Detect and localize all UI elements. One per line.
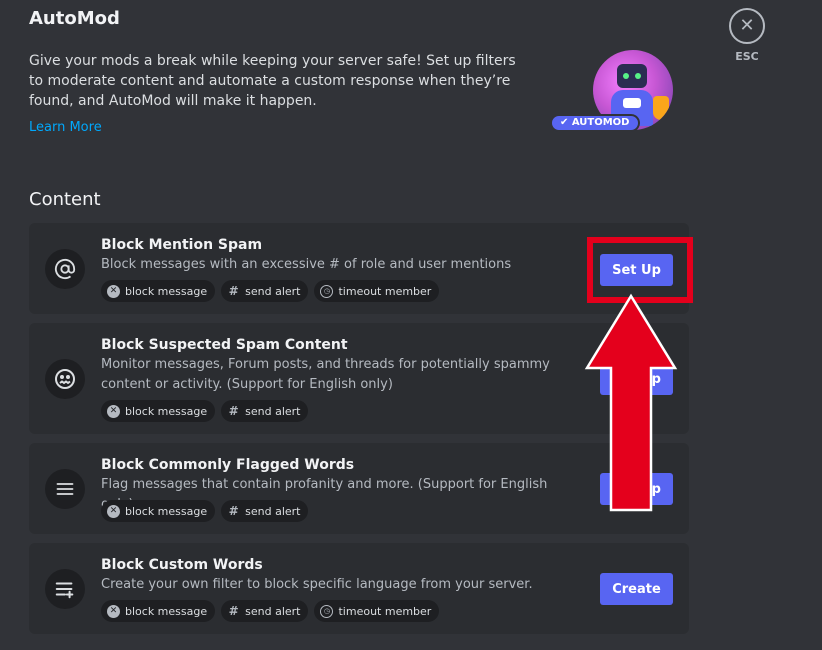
rule-card-custom-words: Block Custom Words Create your own filte… <box>29 543 689 634</box>
chip-label: send alert <box>245 504 301 518</box>
chip-label: block message <box>125 604 208 618</box>
chip-label: timeout member <box>338 284 432 298</box>
rule-title: Block Mention Spam <box>101 237 263 253</box>
clock-icon: ◷ <box>320 604 334 618</box>
chip-block-message: ✕ block message <box>101 400 216 422</box>
action-chips: ✕ block message # send alert <box>101 500 309 522</box>
chip-label: timeout member <box>338 604 432 618</box>
chip-send-alert: # send alert <box>221 500 309 522</box>
block-icon: ✕ <box>107 404 120 418</box>
close-icon[interactable]: ✕ <box>729 8 765 44</box>
chip-block-message: ✕ block message <box>101 280 216 302</box>
chip-block-message: ✕ block message <box>101 600 216 622</box>
chip-timeout-member: ◷ timeout member <box>314 280 440 302</box>
close-control[interactable]: ✕ ESC <box>729 8 765 63</box>
robot-head <box>617 64 647 88</box>
learn-more-link[interactable]: Learn More <box>29 120 102 135</box>
spam-face-icon <box>45 359 85 399</box>
rule-title: Block Commonly Flagged Words <box>101 457 355 473</box>
block-icon: ✕ <box>107 604 120 618</box>
action-chips: ✕ block message # send alert <box>101 400 309 422</box>
at-sign-icon <box>45 249 85 289</box>
chip-send-alert: # send alert <box>221 280 309 302</box>
chip-label: send alert <box>245 604 301 618</box>
list-add-icon <box>45 569 85 609</box>
automod-hero-illustration: ✔ AUTOMOD <box>548 50 678 135</box>
chip-label: block message <box>125 404 208 418</box>
rule-title: Block Suspected Spam Content <box>101 337 348 353</box>
chip-send-alert: # send alert <box>221 600 309 622</box>
esc-label: ESC <box>735 50 759 63</box>
robot-eye <box>623 73 629 79</box>
rule-description: Block messages with an excessive # of ro… <box>101 257 512 272</box>
chip-label: send alert <box>245 284 301 298</box>
chip-timeout-member: ◷ timeout member <box>314 600 440 622</box>
section-heading: Content <box>29 189 101 210</box>
clock-icon: ◷ <box>320 284 334 298</box>
page-title: AutoMod <box>29 8 120 29</box>
chip-label: send alert <box>245 404 301 418</box>
robot-eye <box>635 73 641 79</box>
automod-description: Give your mods a break while keeping you… <box>29 53 516 109</box>
block-icon: ✕ <box>107 284 120 298</box>
chip-label: block message <box>125 284 208 298</box>
hash-icon: # <box>228 504 239 518</box>
automod-badge: ✔ AUTOMOD <box>550 114 640 132</box>
broom-icon <box>653 96 669 120</box>
chip-send-alert: # send alert <box>221 400 309 422</box>
create-button[interactable]: Create <box>600 573 673 605</box>
action-chips: ✕ block message # send alert ◷ timeout memb… <box>101 280 440 302</box>
rule-description: Create your own filter to block specific… <box>101 577 533 592</box>
block-icon: ✕ <box>107 504 120 518</box>
hash-icon: # <box>228 604 239 618</box>
rule-title: Block Custom Words <box>101 557 263 573</box>
list-icon <box>45 469 85 509</box>
chip-label: block message <box>125 504 208 518</box>
hash-icon: # <box>228 284 239 298</box>
action-chips: ✕ block message # send alert ◷ timeout memb… <box>101 600 440 622</box>
hash-icon: # <box>228 404 239 418</box>
robot-panel <box>623 98 641 108</box>
annotation-arrow-icon <box>584 293 678 512</box>
rule-description: Monitor messages, Forum posts, and threa… <box>101 357 550 392</box>
chip-block-message: ✕ block message <box>101 500 216 522</box>
